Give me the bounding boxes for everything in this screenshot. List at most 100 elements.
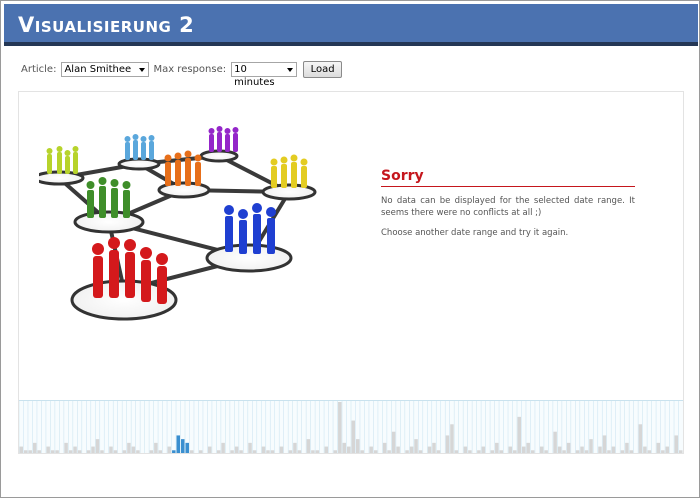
timeline-bar[interactable]	[495, 442, 499, 454]
timeline-bar[interactable]	[149, 450, 154, 454]
timeline-bar[interactable]	[607, 450, 611, 454]
max-response-select[interactable]: 10 minutes	[231, 62, 298, 88]
timeline-bar[interactable]	[77, 450, 82, 454]
timeline-bar[interactable]	[405, 450, 409, 454]
timeline-bar[interactable]	[490, 450, 495, 454]
timeline-bar[interactable]	[373, 450, 378, 454]
timeline-bar[interactable]	[526, 442, 530, 454]
timeline-bar[interactable]	[342, 442, 347, 454]
timeline-bar[interactable]	[382, 442, 387, 454]
timeline-bar[interactable]	[46, 446, 50, 454]
load-button[interactable]: Load	[303, 61, 343, 78]
timeline-bar[interactable]	[656, 442, 661, 454]
timeline-bar[interactable]	[288, 450, 293, 454]
timeline-bar[interactable]	[167, 446, 172, 454]
timeline-bar[interactable]	[95, 439, 100, 454]
timeline-bar[interactable]	[468, 450, 472, 454]
article-select[interactable]: Alan Smithee	[61, 62, 150, 77]
timeline-bar[interactable]	[347, 446, 351, 454]
timeline-bar[interactable]	[481, 446, 486, 454]
timeline-bar[interactable]	[387, 450, 391, 454]
timeline-bar-selected[interactable]	[172, 450, 176, 454]
timeline-bar[interactable]	[589, 439, 593, 454]
timeline-bar[interactable]	[311, 450, 315, 454]
timeline-bar[interactable]	[189, 450, 194, 454]
timeline-bar[interactable]	[396, 446, 400, 454]
timeline-bar[interactable]	[513, 450, 517, 454]
timeline-bar[interactable]	[611, 446, 616, 454]
timeline-bar[interactable]	[584, 450, 589, 454]
timeline-bar[interactable]	[450, 424, 454, 454]
timeline-bar[interactable]	[68, 450, 73, 454]
date-range-timeline[interactable]	[19, 400, 683, 454]
timeline-bar[interactable]	[221, 442, 225, 454]
timeline-bar[interactable]	[23, 450, 28, 454]
timeline-bar[interactable]	[109, 446, 113, 454]
timeline-bar[interactable]	[55, 450, 59, 454]
timeline-bar[interactable]	[499, 450, 504, 454]
timeline-bar[interactable]	[216, 450, 221, 454]
timeline-bar[interactable]	[661, 450, 665, 454]
timeline-bar[interactable]	[414, 439, 418, 454]
timeline-bar[interactable]	[64, 442, 68, 454]
timeline-bar[interactable]	[638, 424, 643, 454]
timeline-bar-selected[interactable]	[181, 439, 185, 454]
timeline-bar[interactable]	[360, 450, 364, 454]
timeline-bar[interactable]	[445, 435, 450, 454]
timeline-bar[interactable]	[252, 450, 257, 454]
timeline-bar[interactable]	[136, 450, 140, 454]
timeline-bar[interactable]	[391, 431, 396, 454]
timeline-bar[interactable]	[266, 450, 270, 454]
timeline-bar[interactable]	[620, 450, 625, 454]
timeline-bar[interactable]	[436, 450, 441, 454]
timeline-bar[interactable]	[665, 446, 670, 454]
timeline-bar[interactable]	[239, 450, 243, 454]
timeline-bar[interactable]	[37, 450, 41, 454]
timeline-bar-selected[interactable]	[176, 435, 181, 454]
timeline-bar[interactable]	[100, 450, 104, 454]
timeline-bar[interactable]	[351, 420, 355, 454]
timeline-bar[interactable]	[122, 450, 127, 454]
timeline-bar[interactable]	[454, 450, 459, 454]
timeline-bar[interactable]	[355, 439, 360, 454]
timeline-bar[interactable]	[261, 446, 266, 454]
timeline-bar[interactable]	[575, 450, 580, 454]
timeline-bar[interactable]	[530, 450, 535, 454]
timeline-bar[interactable]	[409, 446, 414, 454]
timeline-bar[interactable]	[625, 442, 629, 454]
timeline-bar[interactable]	[198, 450, 203, 454]
timeline-bar[interactable]	[338, 402, 342, 454]
timeline-bar[interactable]	[306, 439, 311, 454]
timeline-bar[interactable]	[432, 442, 436, 454]
timeline-bar[interactable]	[562, 450, 566, 454]
timeline-bar[interactable]	[643, 446, 647, 454]
timeline-bar[interactable]	[279, 446, 284, 454]
timeline-bar[interactable]	[248, 442, 252, 454]
timeline-bar[interactable]	[463, 446, 468, 454]
timeline-bar[interactable]	[674, 435, 679, 454]
timeline-bar[interactable]	[521, 446, 526, 454]
timeline-bar[interactable]	[333, 450, 338, 454]
timeline-bar[interactable]	[32, 442, 37, 454]
timeline-bar[interactable]	[73, 446, 77, 454]
timeline-bar[interactable]	[629, 450, 634, 454]
timeline-bar[interactable]	[234, 446, 239, 454]
timeline-bar[interactable]	[557, 446, 562, 454]
timeline-bar[interactable]	[154, 442, 158, 454]
timeline-bar[interactable]	[91, 446, 95, 454]
timeline-bar[interactable]	[324, 446, 329, 454]
timeline-bar[interactable]	[230, 450, 234, 454]
timeline-bar[interactable]	[293, 442, 297, 454]
timeline-bar[interactable]	[418, 450, 423, 454]
timeline-bar[interactable]	[28, 450, 32, 454]
timeline-bar-selected[interactable]	[185, 442, 189, 454]
timeline-bar[interactable]	[158, 450, 163, 454]
timeline-bar[interactable]	[131, 446, 136, 454]
timeline-bar[interactable]	[50, 450, 55, 454]
timeline-bar[interactable]	[86, 450, 91, 454]
timeline-bar[interactable]	[598, 446, 602, 454]
timeline-bar[interactable]	[477, 450, 481, 454]
timeline-bar[interactable]	[508, 446, 513, 454]
timeline-bar[interactable]	[679, 450, 683, 454]
timeline-bar[interactable]	[539, 446, 544, 454]
